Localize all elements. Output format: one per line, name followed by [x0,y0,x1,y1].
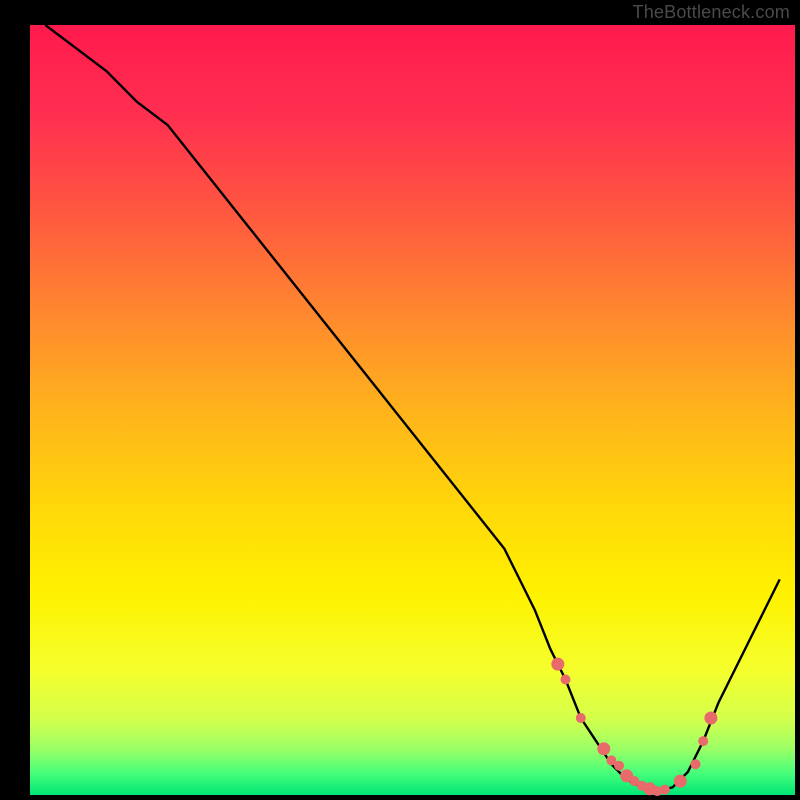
highlight-dot [660,785,670,795]
highlight-dot [614,761,624,771]
highlight-dot [561,675,571,685]
highlight-dot [704,712,717,725]
bottleneck-chart [0,0,800,800]
highlight-dot [576,713,586,723]
plot-background [30,25,795,795]
highlight-dot [691,759,701,769]
highlight-dot [551,658,564,671]
highlight-dot [674,775,687,788]
chart-container: { "attribution": "TheBottleneck.com", "c… [0,0,800,800]
highlight-dot [597,742,610,755]
highlight-dot [698,736,708,746]
